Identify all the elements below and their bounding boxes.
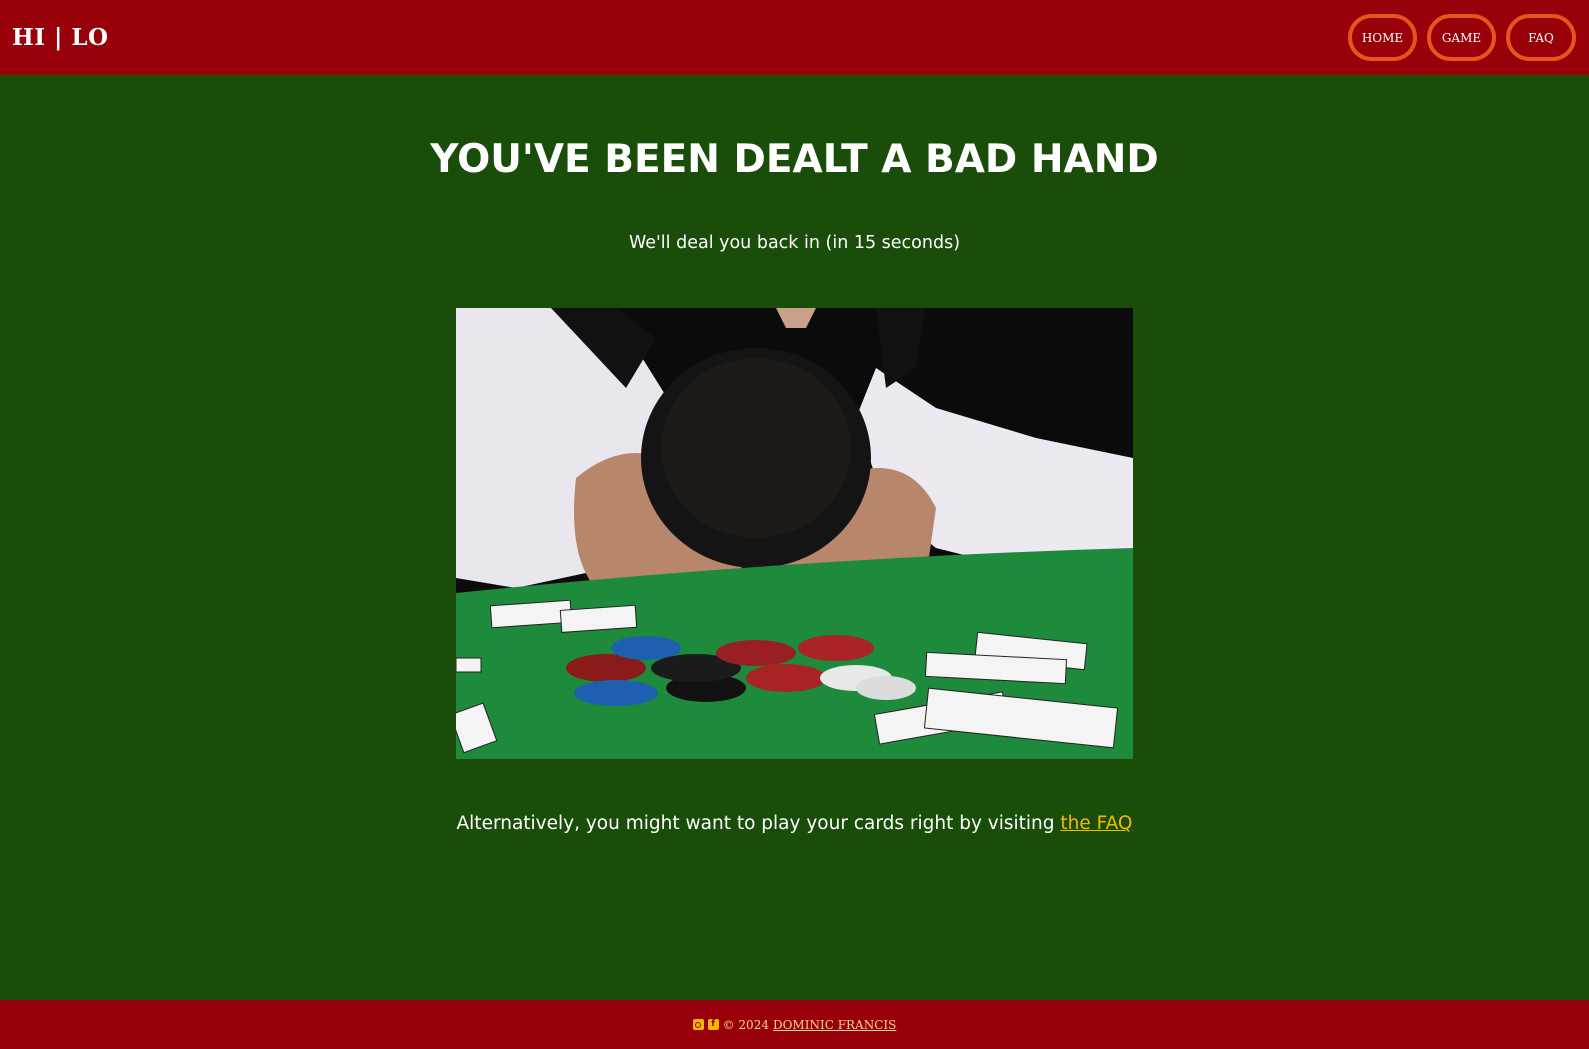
facebook-icon[interactable]: f: [707, 1019, 719, 1030]
author-link[interactable]: DOMINIC FRANCIS: [773, 1018, 896, 1032]
faq-suggestion-text: Alternatively, you might want to play yo…: [456, 813, 1061, 834]
nav-faq-button[interactable]: FAQ: [1506, 14, 1576, 61]
page-title: YOU'VE BEEN DEALT A BAD HAND: [430, 137, 1159, 182]
instagram-icon[interactable]: [692, 1019, 704, 1030]
nav-home-button[interactable]: HOME: [1348, 14, 1417, 61]
poker-player-image: [456, 308, 1133, 759]
site-header: HI | LO HOME GAME FAQ: [0, 0, 1589, 75]
faq-suggestion: Alternatively, you might want to play yo…: [0, 813, 1589, 834]
faq-link[interactable]: the FAQ: [1060, 813, 1132, 834]
copyright-text: © 2024: [722, 1017, 769, 1032]
brand-logo[interactable]: HI | LO: [12, 24, 109, 51]
main-nav: HOME GAME FAQ: [1348, 14, 1576, 61]
main-content: YOU'VE BEEN DEALT A BAD HAND We'll deal …: [0, 75, 1589, 1000]
nav-game-button[interactable]: GAME: [1427, 14, 1496, 61]
countdown-message: We'll deal you back in (in 15 seconds): [628, 233, 961, 253]
site-footer: f © 2024 DOMINIC FRANCIS: [0, 1000, 1589, 1049]
